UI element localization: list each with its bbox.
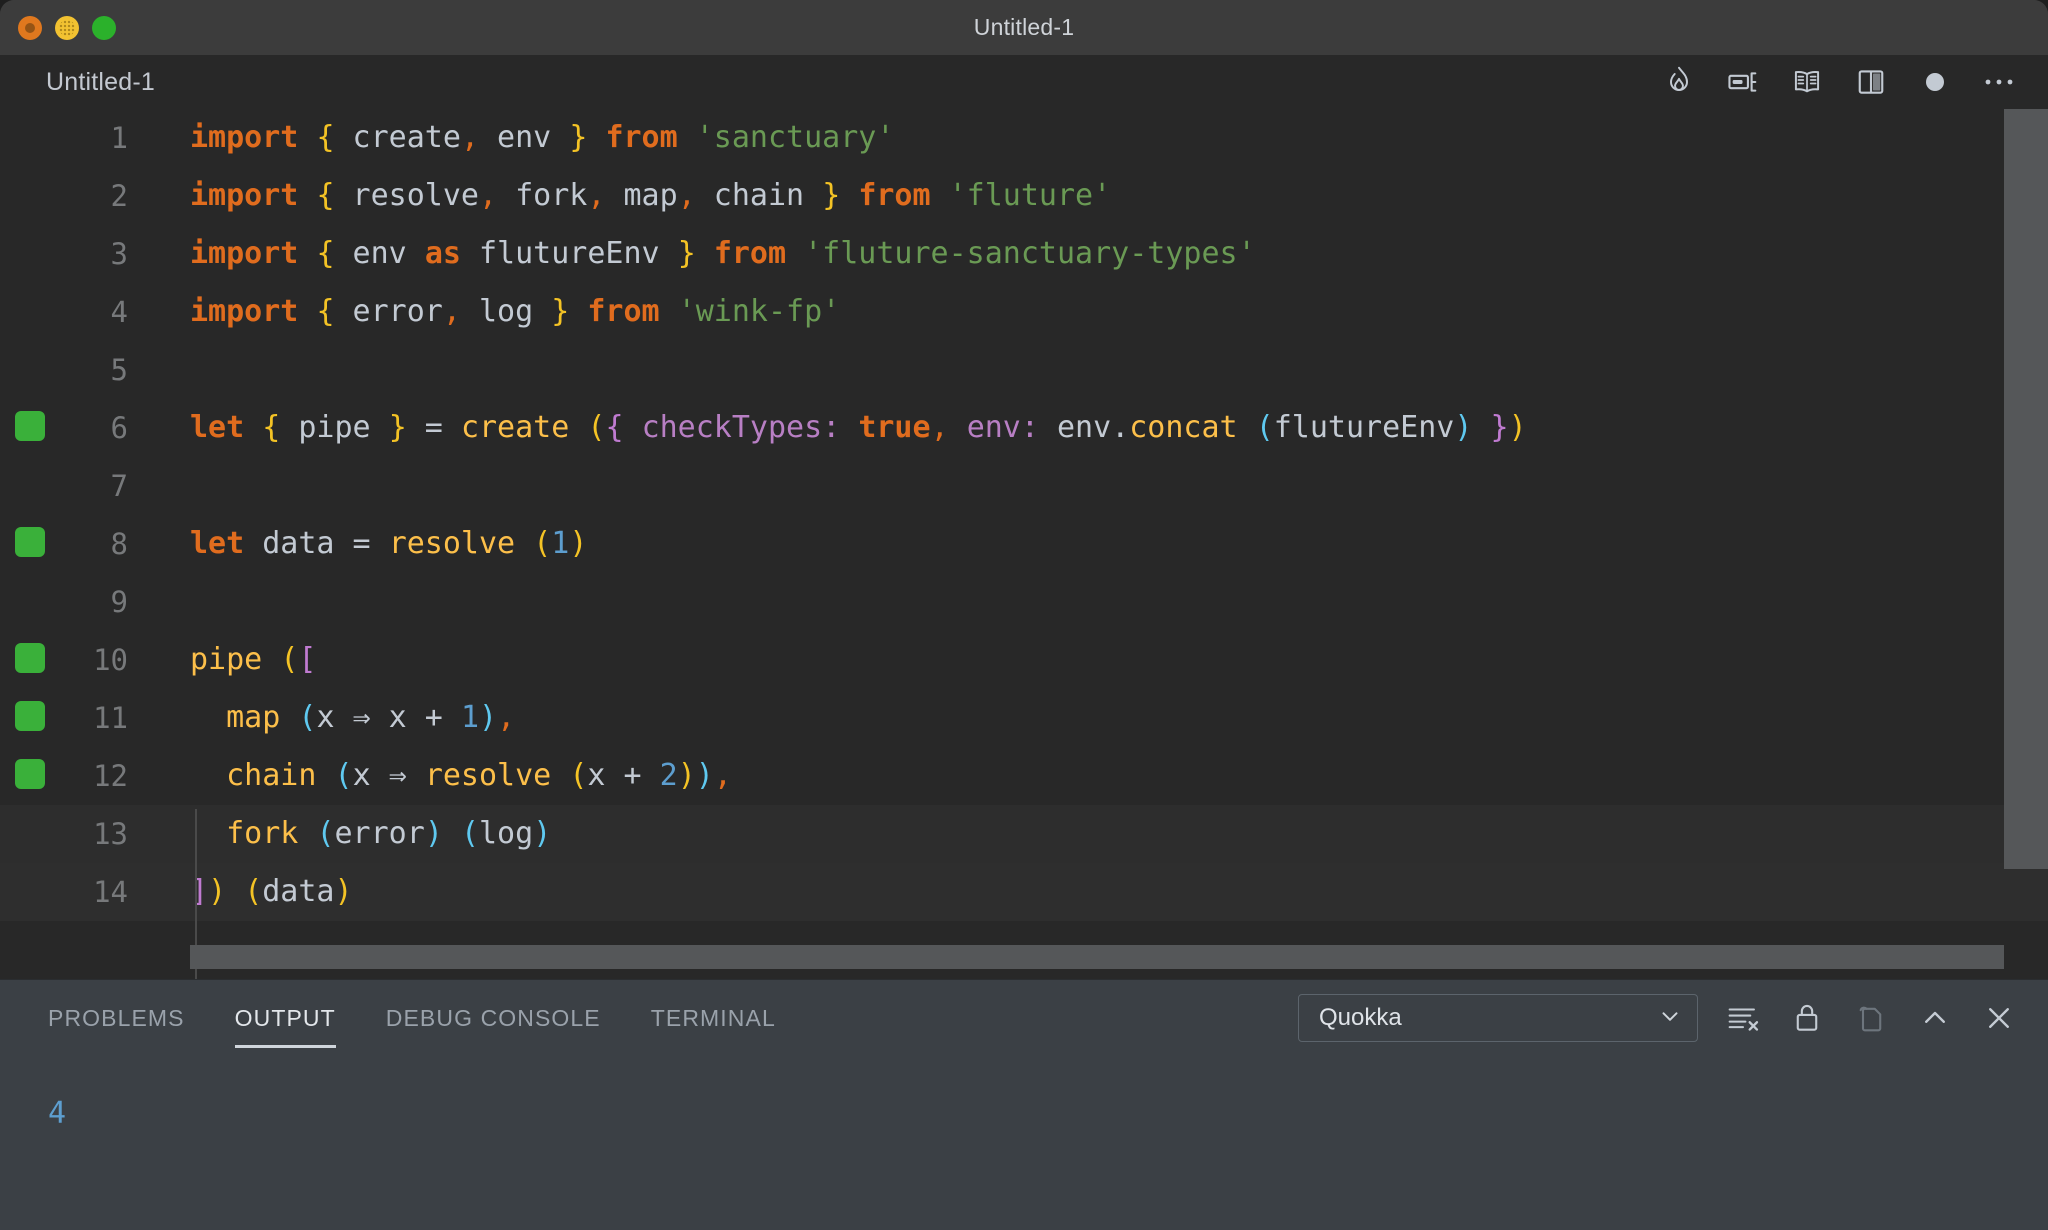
line-number: 3	[110, 237, 128, 271]
application-window: Untitled-1 Untitled-1 1 import {create,…	[0, 0, 2048, 1230]
minimize-window-button[interactable]	[55, 15, 79, 40]
panel-tab-bar: PROBLEMS OUTPUT DEBUG CONSOLE TERMINAL Q…	[0, 980, 2048, 1056]
code-text: let data = resolve (1)	[190, 526, 588, 561]
code-text: import { create, env } from 'sanctuary'	[190, 120, 895, 155]
panel-action-bar: Quokka	[1298, 994, 2048, 1042]
maximize-window-button[interactable]	[92, 15, 116, 40]
line-number: 10	[93, 643, 128, 677]
panel-tab-problems[interactable]: PROBLEMS	[48, 980, 185, 1056]
line-number: 6	[110, 411, 128, 445]
run-code-icon[interactable]	[1726, 65, 1760, 99]
clear-output-icon[interactable]	[1724, 999, 1762, 1037]
quokka-flame-icon[interactable]	[1662, 65, 1696, 99]
line-number: 4	[110, 295, 128, 329]
panel-tab-debug-console[interactable]: DEBUG CONSOLE	[386, 980, 601, 1056]
lock-scroll-icon[interactable]	[1788, 999, 1826, 1037]
more-actions-icon[interactable]	[1982, 65, 2016, 99]
editor-action-bar	[1662, 65, 2048, 99]
editor-horizontal-scrollbar[interactable]	[190, 945, 2004, 969]
code-text: map (x ⇒ x + 1),	[226, 700, 516, 735]
code-text: let { pipe } = create ({ checkTypes: tru…	[190, 410, 1527, 445]
chevron-down-icon	[1657, 1003, 1683, 1034]
window-title: Untitled-1	[973, 14, 1075, 40]
open-preview-icon[interactable]	[1790, 65, 1824, 99]
code-line-13[interactable]: 13 fork (error) (log)	[0, 805, 2048, 863]
code-line-8[interactable]: 8 let data = resolve (1)	[0, 515, 2048, 573]
unsaved-dot-icon[interactable]	[1918, 65, 1952, 99]
code-line-2[interactable]: 2 import { resolve, fork, map, chain } fr…	[0, 167, 2048, 225]
editor-tab-bar: Untitled-1	[0, 55, 2048, 109]
line-number: 8	[110, 527, 128, 561]
line-number: 7	[110, 469, 128, 503]
code-line-4[interactable]: 4 import { error, log } from 'wink-fp'	[0, 283, 2048, 341]
split-editor-icon[interactable]	[1854, 65, 1888, 99]
editor-group: Untitled-1 1 import {create, env} from…	[0, 55, 2048, 979]
code-line-3[interactable]: 3 import { env as flutureEnv } from 'flut…	[0, 225, 2048, 283]
code-line-11[interactable]: 11 map (x ⇒ x + 1),	[0, 689, 2048, 747]
editor-vertical-scrollbar[interactable]	[2004, 109, 2048, 869]
code-line-14[interactable]: 14 ]) (data)	[0, 863, 2048, 921]
bottom-panel: PROBLEMS OUTPUT DEBUG CONSOLE TERMINAL Q…	[0, 979, 2048, 1230]
line-number: 9	[110, 585, 128, 619]
code-line-9[interactable]: 9	[0, 573, 2048, 631]
line-number: 11	[93, 701, 128, 735]
code-line-6[interactable]: 6 let { pipe } = create ({ checkTypes: tr…	[0, 399, 2048, 457]
line-number: 13	[93, 817, 128, 851]
code-text: import { env as flutureEnv } from 'flutu…	[190, 236, 1256, 271]
code-lines: 1 import { create, env } from 'sanctuary'…	[0, 109, 2048, 921]
window-titlebar: Untitled-1	[0, 0, 2048, 55]
line-number: 1	[110, 121, 128, 155]
editor-tab-untitled-1[interactable]: Untitled-1	[46, 68, 155, 97]
panel-tab-output[interactable]: OUTPUT	[234, 980, 336, 1056]
close-window-button[interactable]	[18, 15, 42, 40]
code-text: import { resolve, fork, map, chain } fro…	[190, 178, 1112, 213]
code-line-1[interactable]: 1 import { create, env } from 'sanctuary'	[0, 109, 2048, 167]
open-in-editor-icon[interactable]	[1852, 999, 1890, 1037]
line-number: 2	[110, 179, 128, 213]
code-line-7[interactable]: 7	[0, 457, 2048, 515]
close-panel-icon[interactable]	[1980, 999, 2018, 1037]
maximize-panel-icon[interactable]	[1916, 999, 1954, 1037]
code-line-12[interactable]: 12 chain (x ⇒ resolve (x + 2)),	[0, 747, 2048, 805]
code-text: import { error, log } from 'wink-fp'	[190, 294, 841, 329]
output-content[interactable]: 4	[0, 1056, 2048, 1131]
line-number: 14	[93, 875, 128, 909]
output-channel-label: Quokka	[1319, 1004, 1402, 1031]
code-line-5[interactable]: 5	[0, 341, 2048, 399]
output-channel-select[interactable]: Quokka	[1298, 994, 1698, 1042]
line-number: 12	[93, 759, 128, 793]
code-text: pipe ([	[190, 642, 317, 677]
output-line: 4	[48, 1096, 67, 1131]
code-text: fork (error) (log)	[226, 816, 552, 851]
code-text: ]) (data)	[190, 874, 353, 909]
code-editor-surface[interactable]: 1 import { create, env } from 'sanctuary'…	[0, 109, 2048, 979]
code-text: chain (x ⇒ resolve (x + 2)),	[226, 758, 732, 793]
panel-tab-terminal[interactable]: TERMINAL	[651, 980, 776, 1056]
code-line-10[interactable]: 10 pipe ([	[0, 631, 2048, 689]
traffic-light-controls	[18, 0, 116, 55]
line-number: 5	[110, 353, 128, 387]
